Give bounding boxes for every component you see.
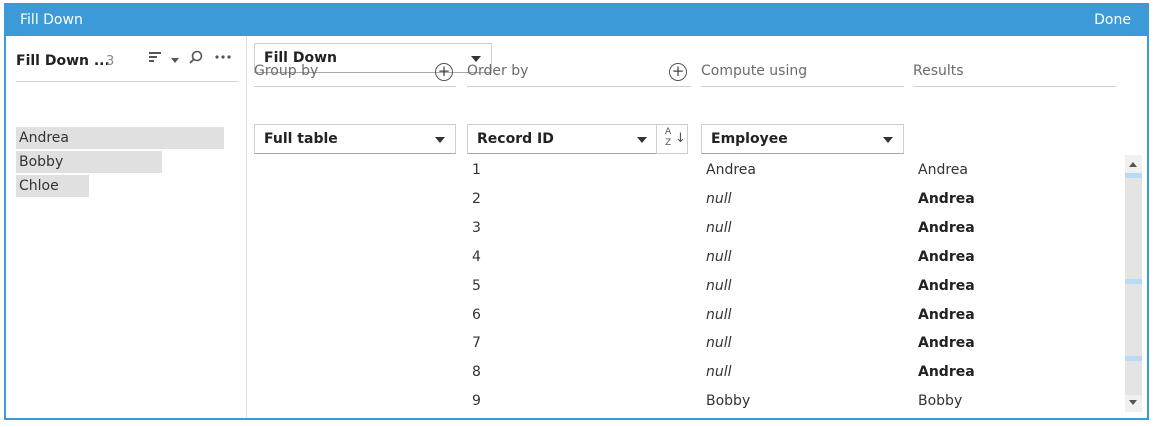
title-bar: Fill Down Done bbox=[6, 5, 1147, 36]
employee-cell: null bbox=[706, 277, 732, 294]
result-cell: Andrea bbox=[918, 248, 975, 265]
record-id-cell: 1 bbox=[472, 162, 481, 178]
record-id-cell: 8 bbox=[472, 364, 481, 381]
value-count: 3 bbox=[106, 54, 115, 69]
caret-down-icon bbox=[471, 56, 481, 62]
employee-cell: null bbox=[706, 248, 732, 265]
add-group-by-icon[interactable]: + bbox=[435, 63, 453, 81]
record-id-cell: 9 bbox=[472, 393, 481, 410]
order-by-value: Record ID bbox=[477, 131, 554, 147]
result-cell: Andrea bbox=[918, 190, 975, 207]
record-id-cell: 5 bbox=[472, 277, 481, 294]
divider bbox=[701, 86, 904, 87]
scroll-marker bbox=[1125, 356, 1142, 361]
scroll-up-icon[interactable] bbox=[1129, 162, 1137, 167]
group-by-dropdown[interactable]: Full table bbox=[254, 124, 456, 154]
caret-down-icon bbox=[637, 137, 647, 143]
record-id-cell: 3 bbox=[472, 219, 481, 236]
add-order-by-icon[interactable]: + bbox=[669, 63, 687, 81]
compute-using-value: Employee bbox=[711, 131, 788, 147]
search-icon[interactable] bbox=[189, 50, 204, 69]
record-id-cell: 4 bbox=[472, 248, 481, 265]
results-label: Results bbox=[913, 63, 964, 79]
field-name: Fill Down ... bbox=[16, 53, 110, 69]
value-bar-item[interactable]: Andrea bbox=[16, 127, 224, 149]
field-profile-pane: Fill Down ... 3 Andrea Bobby Chloe bbox=[6, 36, 247, 418]
divider bbox=[913, 86, 1116, 87]
caret-down-icon[interactable] bbox=[171, 53, 179, 68]
sort-lines-icon[interactable] bbox=[148, 50, 162, 68]
value-bar-item[interactable]: Chloe bbox=[16, 175, 89, 197]
field-header: Fill Down ... 3 bbox=[16, 44, 239, 82]
record-id-cell: 6 bbox=[472, 306, 481, 323]
caret-down-icon bbox=[435, 137, 445, 143]
group-by-label: Group by bbox=[254, 63, 319, 79]
result-cell: Andrea bbox=[918, 364, 975, 381]
employee-cell: null bbox=[706, 190, 732, 207]
employee-cell: Bobby bbox=[706, 393, 751, 410]
divider bbox=[467, 86, 691, 87]
done-button[interactable]: Done bbox=[1094, 12, 1131, 28]
record-id-cell: 7 bbox=[472, 335, 481, 352]
compute-using-dropdown[interactable]: Employee bbox=[701, 124, 904, 154]
result-cell: Andrea bbox=[918, 277, 975, 294]
scroll-down-icon[interactable] bbox=[1129, 400, 1137, 405]
arrow-down-icon: ↓ bbox=[675, 131, 686, 146]
employee-cell: Andrea bbox=[706, 162, 756, 178]
divider bbox=[254, 86, 456, 87]
dialog-title: Fill Down bbox=[20, 12, 83, 28]
employee-cell: null bbox=[706, 219, 732, 236]
caret-down-icon bbox=[883, 137, 893, 143]
fill-down-dialog: Fill Down Done Fill Down ... 3 Andrea Bob… bbox=[4, 3, 1149, 420]
result-cell: Andrea bbox=[918, 335, 975, 352]
employee-cell: null bbox=[706, 335, 732, 352]
value-bar-item[interactable]: Bobby bbox=[16, 151, 162, 173]
order-by-label: Order by bbox=[467, 63, 529, 79]
compute-using-label: Compute using bbox=[701, 63, 808, 79]
result-cell: Andrea bbox=[918, 219, 975, 236]
vertical-scrollbar[interactable] bbox=[1125, 155, 1142, 412]
employee-cell: null bbox=[706, 364, 732, 381]
group-by-value: Full table bbox=[264, 131, 338, 147]
result-cell: Andrea bbox=[918, 162, 968, 178]
employee-cell: null bbox=[706, 306, 732, 323]
more-icon[interactable] bbox=[214, 50, 232, 68]
result-cell: Bobby bbox=[918, 393, 963, 410]
scroll-thumb[interactable] bbox=[1125, 173, 1142, 395]
sort-az-icon: AZ bbox=[665, 127, 672, 148]
scroll-marker bbox=[1125, 173, 1142, 178]
scroll-marker bbox=[1125, 279, 1142, 284]
record-id-cell: 2 bbox=[472, 190, 481, 207]
sort-ascending-button[interactable]: AZ ↓ bbox=[656, 124, 688, 154]
result-cell: Andrea bbox=[918, 306, 975, 323]
order-by-dropdown[interactable]: Record ID bbox=[467, 124, 658, 154]
